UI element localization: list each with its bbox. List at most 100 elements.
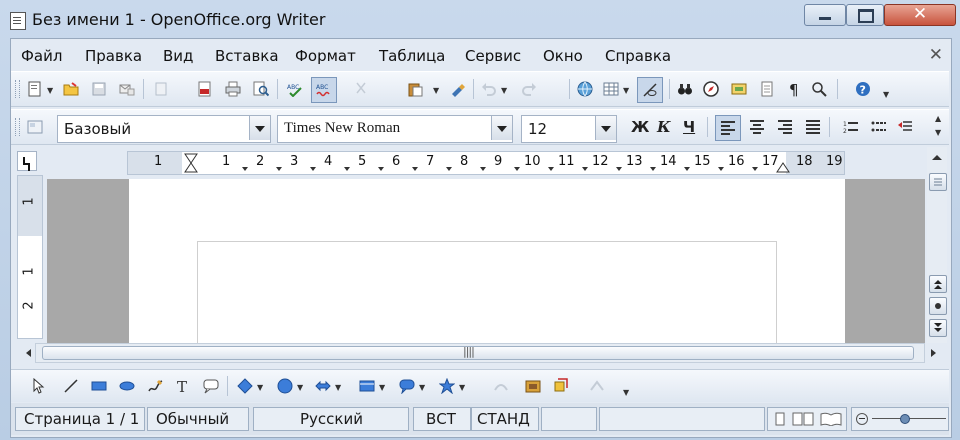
paste-dropdown-icon[interactable]: ▼ xyxy=(433,86,439,95)
flowchart-dropdown-icon[interactable]: ▼ xyxy=(379,383,385,392)
styles-formatting-icon[interactable] xyxy=(27,119,43,135)
scroll-right-icon[interactable] xyxy=(928,348,938,358)
scroll-up-icon[interactable] xyxy=(929,151,945,167)
minimize-button[interactable] xyxy=(804,4,846,26)
horizontal-ruler[interactable]: 1 1 2 3 4 5 6 7 8 9 10 11 12 13 14 15 16… xyxy=(127,151,845,175)
navigator-icon[interactable] xyxy=(703,81,719,97)
menu-insert[interactable]: Вставка xyxy=(215,47,279,65)
chevron-down-icon[interactable] xyxy=(249,116,270,140)
book-view-icon[interactable] xyxy=(820,412,842,426)
multi-page-view-icon[interactable] xyxy=(792,412,814,426)
symbol-shapes-icon[interactable] xyxy=(277,378,293,394)
callouts-icon[interactable] xyxy=(399,378,415,394)
menu-edit[interactable]: Правка xyxy=(85,47,142,65)
hyperlink-icon[interactable] xyxy=(577,81,593,97)
callouts-dropdown-icon[interactable]: ▼ xyxy=(419,383,425,392)
toolbar-overflow-icon[interactable]: ▼ xyxy=(883,90,889,99)
help-icon[interactable]: ? xyxy=(855,81,871,97)
horizontal-scrollbar[interactable]: |||| xyxy=(26,343,936,363)
gallery-icon[interactable] xyxy=(731,81,747,97)
basic-shapes-icon[interactable] xyxy=(237,378,253,394)
toolbar-overflow-icon[interactable]: ▼ xyxy=(935,128,941,137)
toolbar-grip[interactable] xyxy=(15,118,20,136)
paste-icon[interactable] xyxy=(407,81,423,97)
indent-marker-icon[interactable] xyxy=(184,153,198,173)
menu-tools[interactable]: Сервис xyxy=(465,47,521,65)
format-paintbrush-icon[interactable] xyxy=(449,81,465,97)
chevron-down-icon[interactable] xyxy=(595,116,616,140)
align-right-icon[interactable] xyxy=(777,119,793,135)
autospellcheck-button[interactable]: ABC xyxy=(311,77,337,103)
justify-icon[interactable] xyxy=(805,119,821,135)
bold-button[interactable]: Ж xyxy=(631,118,649,136)
navigation-icon[interactable] xyxy=(929,297,947,315)
save-icon[interactable] xyxy=(91,81,107,97)
menu-view[interactable]: Вид xyxy=(163,47,193,65)
title-bar[interactable]: Без имени 1 - OpenOffice.org Writer ✕ xyxy=(0,0,960,38)
menu-format[interactable]: Формат xyxy=(295,47,356,65)
zoom-out-icon[interactable] xyxy=(856,413,868,425)
insert-mode-indicator[interactable]: ВСТ xyxy=(413,407,471,431)
spellcheck-icon[interactable]: ABC xyxy=(287,81,303,97)
modified-indicator[interactable] xyxy=(541,407,597,431)
flowchart-icon[interactable] xyxy=(359,378,375,394)
show-draw-functions-button[interactable] xyxy=(637,77,663,103)
print-icon[interactable] xyxy=(225,81,241,97)
paragraph-style-select[interactable]: Базовый xyxy=(57,115,271,143)
data-sources-icon[interactable] xyxy=(759,81,775,97)
glue-points-icon[interactable] xyxy=(589,378,605,394)
decrease-indent-icon[interactable] xyxy=(897,119,913,135)
scroll-left-icon[interactable] xyxy=(24,348,34,358)
email-icon[interactable] xyxy=(119,81,135,97)
new-icon[interactable] xyxy=(27,81,43,97)
new-dropdown-icon[interactable]: ▼ xyxy=(47,86,53,95)
zoom-slider[interactable] xyxy=(851,407,949,431)
basic-shapes-dropdown-icon[interactable]: ▼ xyxy=(257,383,263,392)
previous-page-icon[interactable] xyxy=(929,275,947,293)
undo-icon[interactable] xyxy=(481,81,497,97)
menu-window[interactable]: Окно xyxy=(543,47,583,65)
export-pdf-icon[interactable] xyxy=(197,81,213,97)
vertical-scrollbar[interactable] xyxy=(927,147,947,343)
font-name-select[interactable]: Times New Roman xyxy=(277,115,513,143)
menu-file[interactable]: Файл xyxy=(21,47,62,65)
stars-icon[interactable] xyxy=(439,378,455,394)
from-file-icon[interactable] xyxy=(525,378,541,394)
numbering-icon[interactable]: 12 xyxy=(843,119,859,135)
document-page[interactable] xyxy=(129,179,845,352)
underline-button[interactable]: Ч xyxy=(683,118,695,136)
edit-file-icon[interactable] xyxy=(153,81,169,97)
page-indicator[interactable]: Страница 1 / 1 xyxy=(15,407,145,431)
block-arrows-dropdown-icon[interactable]: ▼ xyxy=(335,383,341,392)
toolbar-overflow-icon[interactable]: ▲ xyxy=(935,114,941,123)
language-indicator[interactable]: Русский xyxy=(253,407,409,431)
right-indent-marker-icon[interactable] xyxy=(776,153,790,173)
toolbar-overflow-icon[interactable]: ▼ xyxy=(623,388,629,397)
fontwork-icon[interactable] xyxy=(493,378,509,394)
maximize-button[interactable] xyxy=(846,4,884,26)
open-icon[interactable] xyxy=(63,81,79,97)
rectangle-icon[interactable] xyxy=(91,378,107,394)
close-document-icon[interactable]: ✕ xyxy=(929,45,943,65)
bullets-icon[interactable] xyxy=(871,119,887,135)
undo-dropdown-icon[interactable]: ▼ xyxy=(501,86,507,95)
page-preview-icon[interactable] xyxy=(253,81,269,97)
zoom-icon[interactable] xyxy=(811,81,827,97)
stars-dropdown-icon[interactable]: ▼ xyxy=(459,383,465,392)
italic-button[interactable]: К xyxy=(657,118,671,136)
single-page-view-icon[interactable] xyxy=(772,412,788,426)
scroll-thumb[interactable] xyxy=(929,173,947,191)
block-arrows-icon[interactable] xyxy=(315,378,331,394)
close-button[interactable]: ✕ xyxy=(884,4,956,26)
vertical-ruler[interactable]: 1 1 2 xyxy=(17,175,43,339)
font-size-select[interactable]: 12 xyxy=(521,115,617,143)
extrusion-icon[interactable] xyxy=(553,378,569,394)
formatting-marks-icon[interactable]: ¶ xyxy=(787,81,803,97)
selection-mode-indicator[interactable]: СТАНД xyxy=(471,407,539,431)
freeform-icon[interactable] xyxy=(147,378,163,394)
find-replace-icon[interactable] xyxy=(677,81,693,97)
menu-help[interactable]: Справка xyxy=(605,47,671,65)
table-dropdown-icon[interactable]: ▼ xyxy=(623,86,629,95)
page-style-indicator[interactable]: Обычный xyxy=(147,407,249,431)
select-icon[interactable] xyxy=(31,378,47,394)
